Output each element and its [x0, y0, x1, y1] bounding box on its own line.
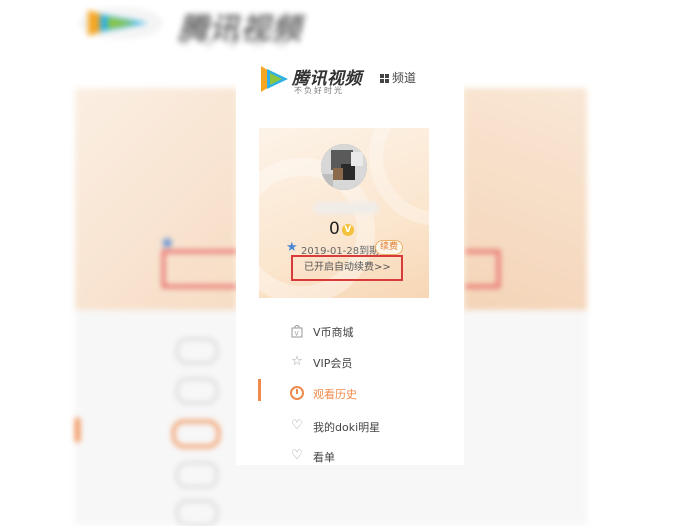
blurred-menu-icon — [176, 378, 218, 404]
menu-item-watchlist[interactable]: ♡ 看单 — [264, 446, 444, 465]
channel-menu-button[interactable]: 频道 — [380, 69, 416, 86]
menu-item-history[interactable]: 观看历史 — [264, 383, 444, 407]
grid-icon — [380, 74, 389, 83]
brand-slogan: 不负好时光 — [294, 86, 344, 95]
menu-item-label: 看单 — [313, 451, 335, 464]
auto-renew-link[interactable]: 已开启自动续费>> — [304, 258, 391, 273]
vip-star-icon: ★ — [286, 240, 298, 255]
menu-item-label: 观看历史 — [313, 388, 357, 401]
menu-item-label: V币商城 — [313, 326, 354, 339]
logo-icon — [79, 7, 163, 39]
vcoin-balance: 0V — [329, 219, 354, 239]
crown-icon: ☆ — [291, 354, 303, 369]
vcoin-icon: V — [341, 224, 354, 236]
clock-icon — [290, 386, 304, 400]
blurred-menu-icon — [176, 500, 218, 526]
blurred-menu-icon — [176, 462, 218, 488]
channel-label: 频道 — [392, 71, 417, 85]
avatar[interactable] — [321, 144, 367, 190]
user-dropdown-panel: 腾讯视频 不负好时光 频道 0V ★ 2019-01-28到期 续费 已开启自动… — [236, 56, 464, 465]
active-indicator — [258, 379, 261, 401]
tencent-video-logo-icon[interactable] — [258, 64, 290, 94]
svg-text:V: V — [295, 331, 300, 338]
menu-item-label: VIP会员 — [313, 357, 353, 370]
menu-item-doki[interactable]: ♡ 我的doki明星 — [264, 416, 444, 440]
blurred-active-icon — [172, 420, 220, 448]
panel-header: 腾讯视频 不负好时光 频道 — [236, 56, 464, 112]
blurred-highlight-right — [465, 250, 500, 288]
vcoin-count: 0 — [329, 219, 340, 239]
menu-item-vcoin-mall[interactable]: V V币商城 — [264, 321, 444, 345]
username-blurred — [314, 202, 378, 214]
menu-item-vip[interactable]: ☆ VIP会员 — [264, 352, 444, 376]
heart-plus-icon: ♡ — [291, 448, 303, 463]
blurred-menu-icon — [176, 338, 218, 364]
blurred-active-bar — [75, 418, 80, 442]
menu-item-label: 我的doki明星 — [313, 421, 381, 434]
renew-button[interactable]: 续费 — [375, 240, 404, 255]
shopping-bag-icon: V — [290, 324, 304, 338]
heart-icon: ♡ — [291, 418, 303, 433]
blurred-highlight-left — [162, 250, 237, 288]
blurred-slogan: 不负好时光 — [180, 38, 300, 49]
card-decoration — [369, 128, 429, 226]
